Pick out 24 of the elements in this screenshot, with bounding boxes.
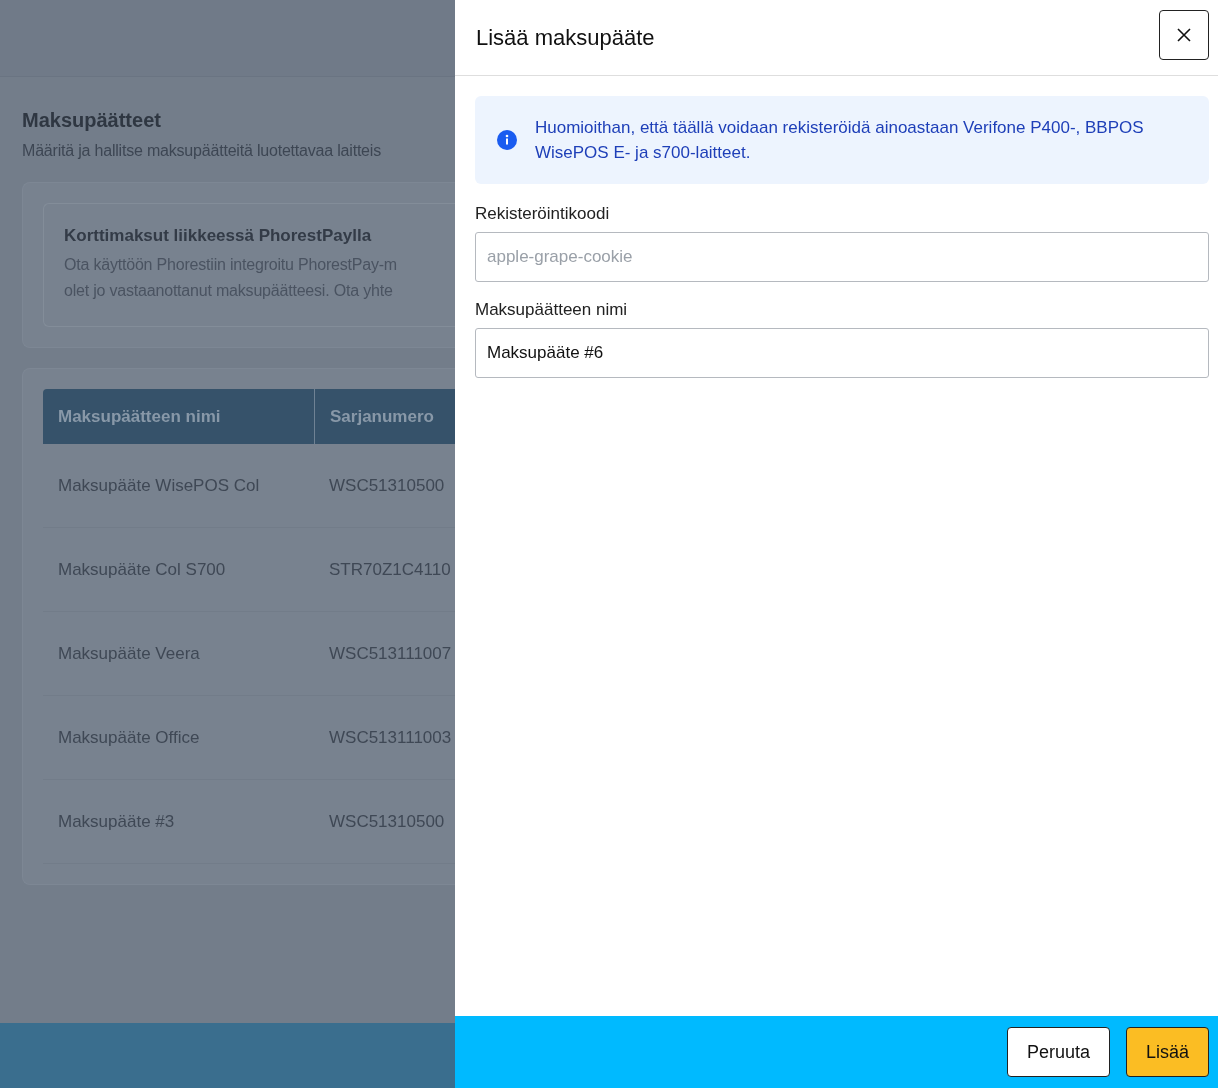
table-cell-text: WSC51310500 [328,810,446,833]
table-cell-text: Maksupääte WisePOS Col [57,474,261,497]
input-field[interactable]: Maksupääte #6 [475,328,1209,378]
page-title: Maksupäätteet [22,109,162,132]
field-label: Maksupäätteen nimi [475,300,629,320]
close-icon [1176,26,1192,43]
field-label: Rekisteröintikoodi [475,204,611,224]
column-header: Sarjanumero [329,405,435,428]
add-button[interactable]: Lisää [1125,1027,1209,1077]
table-cell-text: Maksupääte #3 [57,810,176,833]
info-icon [497,130,517,150]
table-cell-text: WSC513111007 [328,642,453,665]
promo-title: Korttimaksut liikkeessä PhorestPaylla [64,226,373,246]
table-cell-text: Maksupääte Col S700 [57,558,227,581]
table-cell-text: WSC513111003 [328,726,453,749]
input-field[interactable]: apple-grape-cookie [475,232,1209,282]
cancel-button[interactable]: Peruuta [1006,1027,1110,1077]
table-cell-text: Maksupääte Office [57,726,201,749]
drawer-title: Lisää maksupääte [476,24,655,51]
notice-text: Huomioithan, että täällä voidaan rekisteröidä ainoastaan Verifone P400-, BBPOS WisePOS E- ja s700-laitteet. [535,117,1145,164]
table-cell-text: Maksupääte Veera [57,642,201,665]
table-cell-text: STR70Z1C4110 [328,558,452,581]
close-button[interactable] [1159,9,1209,60]
table-cell-text: WSC51310500 [328,474,446,497]
